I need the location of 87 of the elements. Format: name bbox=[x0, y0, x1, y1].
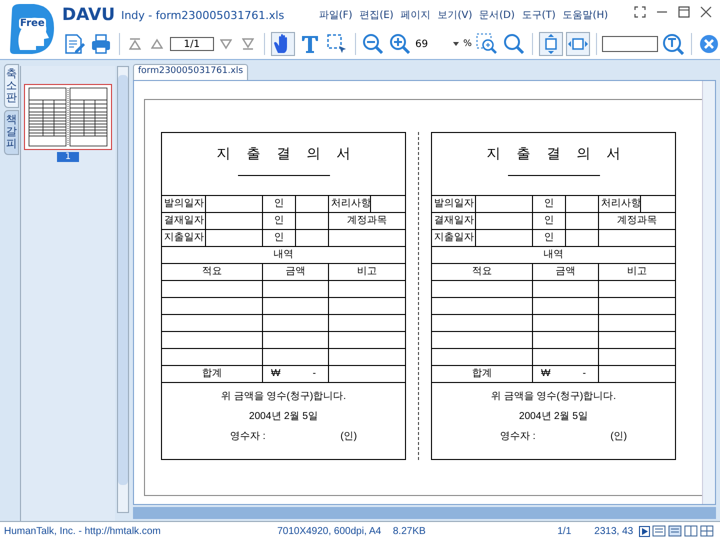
side-tab[interactable]: 축소판 bbox=[4, 64, 19, 108]
table-cell: 결재일자 bbox=[434, 215, 474, 226]
search-field[interactable] bbox=[602, 36, 658, 52]
zoom-area-button[interactable] bbox=[474, 32, 499, 56]
column-header: 금액 bbox=[286, 266, 306, 277]
date-text: 2004년 2월 5일 bbox=[248, 411, 319, 423]
column-header: 적요 bbox=[472, 266, 492, 277]
currency-sign: ₩ bbox=[541, 368, 550, 380]
table-cell: 인 bbox=[544, 198, 554, 209]
dropdown-icon[interactable] bbox=[453, 42, 460, 46]
table-cell: 결재일자 bbox=[164, 215, 204, 226]
table-cell: 처리사항 bbox=[331, 198, 371, 209]
close-icon[interactable] bbox=[700, 6, 712, 18]
column-header: 비고 bbox=[627, 266, 647, 277]
table-cell: 지출일자 bbox=[434, 232, 474, 243]
print-button[interactable] bbox=[89, 32, 113, 56]
page-thumbnail[interactable] bbox=[24, 84, 112, 150]
seal-text: (인) bbox=[610, 431, 627, 443]
zoom-in-button[interactable] bbox=[388, 32, 412, 56]
statement-text: 위 금액을 영수(청구)합니다. bbox=[220, 391, 347, 403]
statement-text: 위 금액을 영수(청구)합니다. bbox=[490, 391, 617, 403]
fit-height-button[interactable] bbox=[538, 32, 563, 56]
first-page-icon[interactable] bbox=[129, 38, 142, 50]
table-cell: 인 bbox=[274, 232, 284, 243]
column-header: 적요 bbox=[202, 266, 222, 277]
table-cell: 합계 bbox=[202, 368, 222, 379]
page-indicator: 1/1 bbox=[557, 526, 572, 536]
currency-sign: ₩ bbox=[271, 368, 280, 380]
close-button[interactable] bbox=[698, 32, 720, 56]
cursor-position: 2313, 43 bbox=[594, 526, 634, 536]
magnifier-button[interactable] bbox=[502, 32, 526, 56]
fit-width-button[interactable] bbox=[566, 32, 590, 56]
table-cell: 인 bbox=[544, 232, 554, 243]
table-cell: 발의일자 bbox=[434, 198, 474, 209]
amount-value: - bbox=[582, 368, 586, 380]
date-text: 2004년 2월 5일 bbox=[518, 411, 589, 423]
menu-item[interactable]: 페이지 bbox=[400, 8, 431, 22]
play-icon[interactable] bbox=[639, 526, 650, 536]
menu-item[interactable]: 문서(D) bbox=[479, 8, 515, 22]
table-cell: 계정과목 bbox=[617, 215, 657, 226]
form-title: 지 출 결 의 서 bbox=[216, 147, 352, 159]
zoom-out-button[interactable] bbox=[361, 32, 386, 56]
view-mode-icon[interactable] bbox=[652, 525, 716, 537]
fullscreen-icon[interactable] bbox=[634, 6, 646, 18]
page-number[interactable]: 1 bbox=[57, 152, 79, 162]
image-info: 7010X4920, 600dpi, A4 bbox=[277, 526, 382, 536]
table-cell: 내역 bbox=[274, 249, 294, 260]
logo-text: Free bbox=[19, 18, 46, 29]
menu-item[interactable]: 보기(V) bbox=[438, 8, 472, 22]
table-cell: 인 bbox=[274, 198, 284, 209]
table-cell: 지출일자 bbox=[164, 232, 204, 243]
zoom-unit: % bbox=[463, 39, 472, 49]
column-header: 금액 bbox=[556, 266, 576, 277]
receiver-label: 영수자 : bbox=[500, 431, 536, 443]
table-cell: 합계 bbox=[472, 368, 492, 379]
hand-button[interactable] bbox=[270, 32, 295, 56]
maximize-icon[interactable] bbox=[678, 6, 690, 18]
table-cell: 인 bbox=[544, 215, 554, 226]
table-cell: 내역 bbox=[544, 249, 564, 260]
page-field[interactable]: 1/1 bbox=[170, 37, 214, 51]
menu-item[interactable]: 편집(E) bbox=[359, 8, 394, 22]
company-link[interactable]: HumanTalk, Inc. - http://hmtalk.com bbox=[4, 526, 278, 536]
form-title: 지 출 결 의 서 bbox=[486, 147, 622, 159]
app-name: DAVU bbox=[62, 5, 116, 25]
zoom-field[interactable]: 69 bbox=[415, 38, 450, 50]
table-cell: 발의일자 bbox=[164, 198, 204, 209]
scrollbar[interactable] bbox=[702, 81, 715, 504]
last-page-icon[interactable] bbox=[242, 38, 254, 50]
menu-item[interactable]: 파일(F) bbox=[318, 8, 352, 22]
side-tab[interactable]: 책갈피 bbox=[4, 110, 19, 155]
table-cell: 계정과목 bbox=[347, 215, 387, 226]
column-header: 비고 bbox=[357, 266, 377, 277]
previous-page-icon[interactable] bbox=[151, 38, 164, 50]
scrollbar[interactable] bbox=[133, 507, 716, 519]
menu-item[interactable]: 도구(T) bbox=[522, 8, 556, 22]
document-tab[interactable]: form230005031761.xls bbox=[133, 64, 248, 80]
seal-text: (인) bbox=[340, 431, 357, 443]
window-title: Indy - form230005031761.xls bbox=[121, 8, 284, 22]
receiver-label: 영수자 : bbox=[230, 431, 266, 443]
scrollbar[interactable] bbox=[117, 66, 129, 513]
menu-item[interactable]: 도움말(H) bbox=[562, 8, 608, 22]
file-size: 8.27KB bbox=[392, 526, 427, 536]
amount-value: - bbox=[312, 368, 316, 380]
search-button[interactable] bbox=[661, 32, 686, 56]
table-cell: 인 bbox=[274, 215, 284, 226]
table-cell: 처리사항 bbox=[601, 198, 641, 209]
next-page-icon[interactable] bbox=[220, 38, 232, 50]
